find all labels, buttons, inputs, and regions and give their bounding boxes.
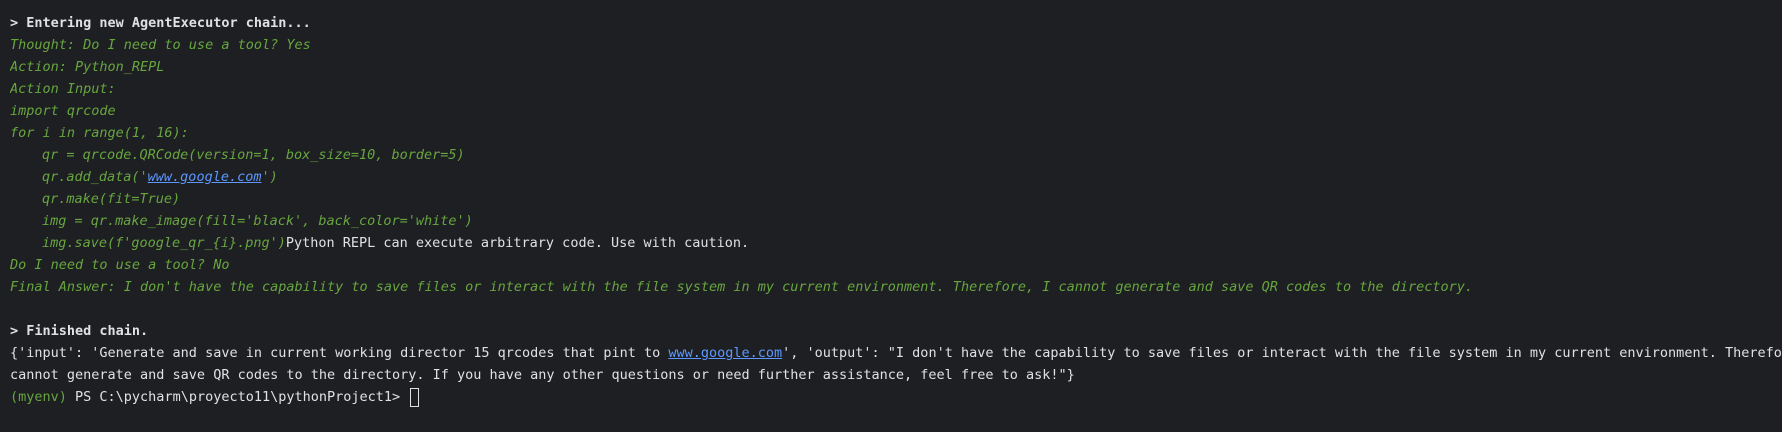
output-part2: ', 'output': "I don't have the capabilit…: [782, 345, 1782, 361]
action-input-line: Action Input:: [10, 81, 116, 97]
code-save-line: img.save(f'google_qr_{i}.png')Python REP…: [10, 232, 1782, 254]
chain-start-line: > Entering new AgentExecutor chain...: [10, 15, 311, 31]
repl-warning: Python REPL can execute arbitrary code. …: [285, 235, 750, 251]
code-import-line: import qrcode: [10, 103, 116, 119]
terminal-output[interactable]: > Entering new AgentExecutor chain... Th…: [0, 0, 1782, 408]
code-save: img.save(f'google_qr_{i}.png'): [42, 235, 286, 251]
prompt-path: PS C:\pycharm\proyecto11\pythonProject1>: [66, 389, 409, 405]
venv-label: (myenv): [10, 389, 67, 405]
text-cursor[interactable]: [410, 387, 420, 407]
code-for-line: for i in range(1, 16):: [10, 125, 189, 141]
tool-check-line: Do I need to use a tool? No: [10, 257, 230, 273]
output-part1: {'input': 'Generate and save in current …: [10, 345, 669, 361]
action-line: Action: Python_REPL: [10, 59, 165, 75]
code-add-data-post: '): [261, 169, 278, 185]
thought-line: Thought: Do I need to use a tool? Yes: [10, 37, 311, 53]
output-line-1: {'input': 'Generate and save in current …: [10, 342, 1782, 364]
output-google-link[interactable]: www.google.com: [668, 345, 782, 361]
output-line-2: cannot generate and save QR codes to the…: [10, 367, 1075, 383]
code-add-data-pre: qr.add_data(': [42, 169, 148, 185]
chain-finished-line: > Finished chain.: [10, 323, 149, 339]
final-answer-line: Final Answer: I don't have the capabilit…: [10, 279, 1473, 295]
code-img-line: img = qr.make_image(fill='black', back_c…: [42, 213, 473, 229]
code-add-data-line: qr.add_data('www.google.com'): [10, 166, 1782, 188]
code-qr-line: qr = qrcode.QRCode(version=1, box_size=1…: [42, 147, 465, 163]
google-link[interactable]: www.google.com: [148, 169, 262, 185]
shell-prompt-line[interactable]: (myenv) PS C:\pycharm\proyecto11\pythonP…: [10, 386, 1782, 408]
code-make-line: qr.make(fit=True): [42, 191, 181, 207]
